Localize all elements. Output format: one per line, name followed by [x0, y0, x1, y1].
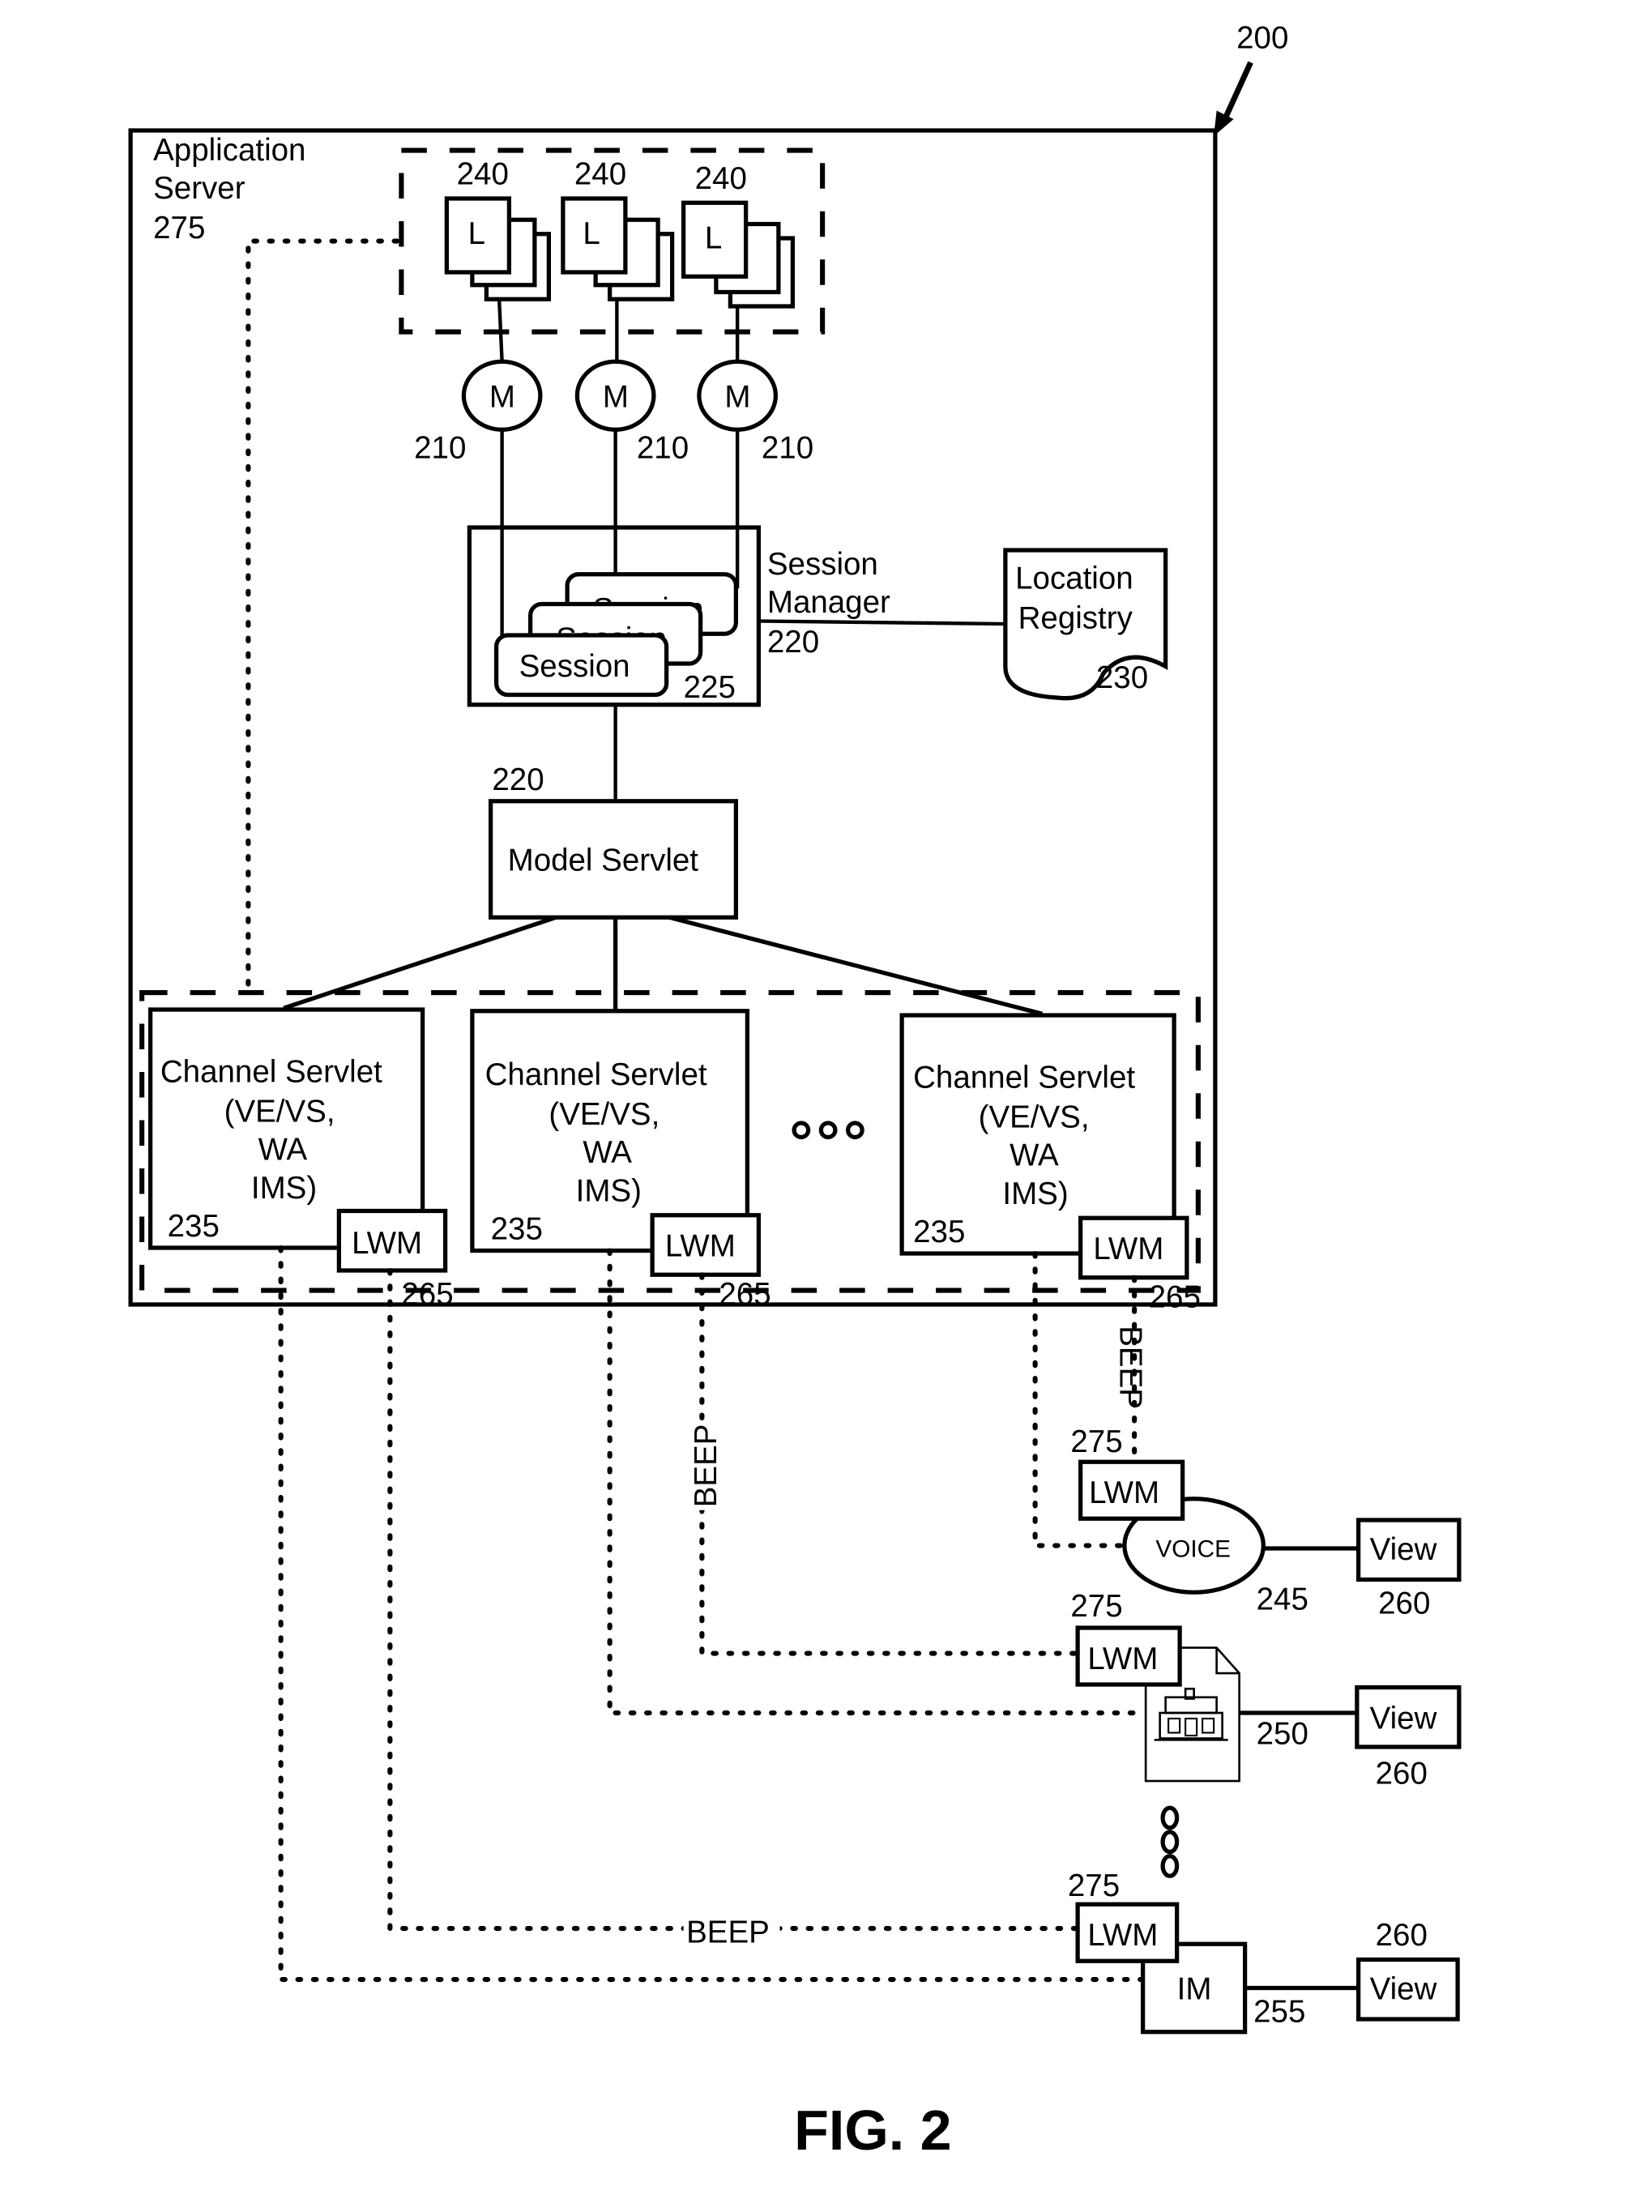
listener-glyph: L [468, 216, 485, 251]
app-server-label-2: Server [153, 171, 245, 206]
channel-servlet-line4: IMS) [576, 1173, 642, 1208]
channel-servlet-2: Channel Servlet (VE/VS, WA IMS) 235 LWM … [470, 1009, 771, 1312]
horizontal-ellipsis-icon [792, 1121, 864, 1140]
im-view-label: View [1370, 1972, 1437, 2007]
voice-ref: 245 [1257, 1582, 1308, 1616]
session-label-front: Session [519, 649, 630, 684]
dotted-link-app-to-channel-group [245, 238, 400, 996]
web-lwm-label: LWM [1087, 1642, 1158, 1676]
channel-servlet-line2: (VE/VS, [224, 1094, 335, 1129]
channel-servlet-title: Channel Servlet [485, 1057, 707, 1092]
listener-stack-3: L 240 [681, 161, 795, 309]
app-server-label-1: Application [153, 133, 305, 168]
figure-ref-200: 200 [1236, 21, 1288, 56]
channel-servlet-ref: 235 [491, 1212, 543, 1247]
lwm-label: LWM [1093, 1232, 1163, 1266]
model-ref: 210 [414, 430, 466, 465]
web-lwm-ref: 275 [1070, 1589, 1122, 1624]
model-servlet-label: Model Servlet [508, 843, 699, 878]
location-registry-label-2: Registry [1018, 600, 1133, 635]
listener-glyph: L [583, 216, 600, 251]
channel-servlet-line3: WA [258, 1133, 308, 1168]
model-glyph: M [724, 379, 750, 414]
voice-lwm-ref: 275 [1070, 1424, 1122, 1459]
im-ref: 255 [1253, 1995, 1305, 2030]
location-registry-label-1: Location [1015, 561, 1133, 596]
lwm-ref: 265 [1149, 1280, 1201, 1315]
channel-servlet-line3: WA [583, 1135, 632, 1170]
beep-label-im: BEEP [686, 1915, 770, 1950]
session-ref: 225 [684, 670, 736, 705]
channel-servlet-3: Channel Servlet (VE/VS, WA IMS) 235 LWM … [899, 1013, 1201, 1315]
session-manager-label-1: Session [767, 547, 878, 582]
voice-view-label: View [1370, 1532, 1437, 1567]
listener-stack-2: L 240 [561, 157, 675, 301]
session-manager-label-2: Manager [767, 585, 890, 620]
beep-servlet2-lwm-to-web-lwm [699, 1272, 1081, 1656]
session-manager-ref: 220 [767, 625, 819, 660]
voice-view-ref: 260 [1378, 1586, 1430, 1621]
channel-servlet-ref: 235 [168, 1209, 220, 1244]
model-2: M 210 [574, 359, 689, 465]
ref-arrow [1214, 61, 1253, 136]
im-label: IM [1177, 1972, 1212, 2007]
app-server-ref: 275 [153, 211, 205, 246]
location-registry-ref: 230 [1096, 660, 1148, 695]
channel-servlet-line3: WA [1010, 1138, 1059, 1173]
model-servlet-ref: 220 [492, 762, 544, 797]
connector [758, 619, 1005, 626]
model-ref: 210 [637, 430, 689, 465]
web-ref: 250 [1257, 1717, 1308, 1752]
patent-diagram: 200 Application Server 275 L 240 L 240 L… [128, 21, 1462, 2162]
voice-label: VOICE [1155, 1536, 1231, 1563]
listener-ref: 240 [574, 157, 626, 192]
lwm-label: LWM [352, 1226, 422, 1261]
voice-lwm-label: LWM [1089, 1475, 1159, 1510]
listener-glyph: L [705, 220, 722, 255]
lwm-ref: 265 [401, 1277, 453, 1312]
listener-stack-1: L 240 [444, 157, 551, 301]
connector [497, 299, 504, 362]
listener-ref: 240 [695, 161, 747, 196]
model-glyph: M [489, 379, 515, 414]
model-glyph: M [603, 379, 629, 414]
channel-servlet-line4: IMS) [251, 1171, 317, 1206]
model-1: M 210 [414, 359, 543, 465]
channel-servlet-1: Channel Servlet (VE/VS, WA IMS) 235 LWM … [148, 1007, 454, 1312]
channel-servlet-ref: 235 [913, 1215, 965, 1249]
im-lwm-ref: 275 [1068, 1868, 1120, 1903]
beep-label-voice: BEEP [1113, 1326, 1148, 1409]
lwm-label: LWM [665, 1229, 736, 1264]
channel-servlet-line2: (VE/VS, [979, 1100, 1090, 1134]
web-view-label: View [1370, 1701, 1437, 1736]
model-ref: 210 [762, 430, 813, 465]
channel-servlet-line4: IMS) [1002, 1176, 1068, 1211]
listener-ref: 240 [457, 157, 509, 192]
im-view-ref: 260 [1376, 1918, 1428, 1953]
figure-caption: FIG. 2 [794, 2099, 951, 2162]
channel-servlet-title: Channel Servlet [913, 1060, 1135, 1095]
link-servlet1-to-im [278, 1245, 1144, 1983]
channel-servlet-title: Channel Servlet [160, 1054, 382, 1089]
web-view-ref: 260 [1376, 1757, 1428, 1791]
beep-label-web: BEEP [689, 1424, 724, 1508]
channel-servlet-line2: (VE/VS, [549, 1097, 660, 1132]
beep-servlet1-lwm-to-im-lwm [387, 1267, 1081, 1932]
im-lwm-label: LWM [1087, 1918, 1158, 1953]
vertical-ellipsis-icon [1160, 1805, 1180, 1878]
model-3: M 210 [697, 359, 813, 465]
lwm-ref: 265 [719, 1277, 771, 1312]
